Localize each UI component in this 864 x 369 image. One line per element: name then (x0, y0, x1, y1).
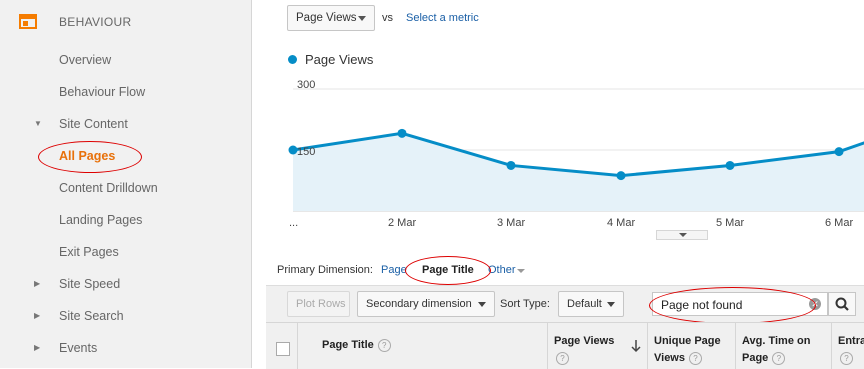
column-label: Page Views (554, 335, 615, 347)
sidebar-item-label: Content Drilldown (59, 181, 158, 195)
chevron-down-icon (517, 269, 525, 273)
data-point[interactable] (397, 128, 407, 138)
behaviour-icon (19, 14, 37, 29)
x-tick-label: 6 Mar (825, 217, 854, 229)
plot-rows-label: Plot Rows (296, 298, 346, 310)
dimension-page-link[interactable]: Page (381, 264, 407, 276)
y-tick-label: 300 (297, 79, 316, 91)
x-tick-label: 5 Mar (716, 217, 745, 229)
sidebar-item-content-drilldown[interactable]: Content Drilldown (0, 173, 251, 205)
help-icon[interactable]: ? (377, 338, 391, 352)
highlight-circle (38, 141, 142, 173)
metric-dropdown[interactable]: Page Views (287, 5, 375, 31)
metric-dropdown-label: Page Views (296, 12, 357, 24)
sort-descending-icon (631, 340, 641, 353)
column-label: Page (742, 352, 769, 364)
column-header-page-title[interactable]: Page Title? (297, 323, 547, 369)
vs-label: vs (382, 12, 393, 24)
sidebar-item-label: Events (59, 341, 98, 355)
sidebar-item-site-search[interactable]: ▶ Site Search (0, 301, 251, 333)
data-point[interactable] (616, 171, 626, 181)
column-label: Views (654, 352, 685, 364)
sidebar-item-label: Exit Pages (59, 245, 119, 259)
sidebar: BEHAVIOUR Overview Behaviour Flow ▼ Site… (0, 0, 252, 368)
column-header-entrances[interactable]: Entra? (831, 323, 864, 369)
select-all-cell (266, 323, 297, 369)
secondary-dimension-dropdown[interactable]: Secondary dimension (357, 291, 495, 317)
search-icon (835, 297, 849, 311)
data-point[interactable] (506, 160, 516, 170)
expand-arrow-icon: ▼ (34, 119, 42, 128)
chart-expand-handle[interactable] (656, 230, 708, 240)
chevron-down-icon (478, 302, 486, 307)
expand-arrow-icon: ▶ (34, 279, 41, 288)
secondary-dimension-label: Secondary dimension (366, 298, 472, 310)
sidebar-item-label: Site Search (59, 309, 124, 323)
data-point[interactable] (834, 147, 844, 157)
data-point[interactable] (725, 160, 735, 170)
select-metric-link[interactable]: Select a metric (406, 12, 479, 24)
chevron-down-icon (607, 302, 615, 307)
expand-arrow-icon: ▶ (34, 343, 41, 352)
column-label: Unique Page (654, 335, 721, 347)
section-title: BEHAVIOUR (59, 15, 132, 29)
sort-type-label: Sort Type: (500, 298, 550, 310)
column-header-page-views[interactable]: Page Views? (547, 323, 647, 369)
sidebar-item-landing-pages[interactable]: Landing Pages (0, 205, 251, 237)
chart-svg (288, 88, 864, 212)
sidebar-item-label: Site Content (59, 117, 128, 131)
sidebar-item-overview[interactable]: Overview (0, 45, 251, 77)
help-icon[interactable]: ? (772, 351, 786, 365)
dimension-other-link[interactable]: Other (488, 264, 516, 276)
x-tick-label: ... (289, 217, 299, 229)
column-header-avg-time-on-page[interactable]: Avg. Time on Page? (735, 323, 831, 369)
legend-dot-icon (288, 55, 297, 64)
help-icon[interactable]: ? (689, 351, 702, 365)
sidebar-item-exit-pages[interactable]: Exit Pages (0, 237, 251, 269)
sidebar-item-label: Landing Pages (59, 213, 143, 227)
search-button[interactable] (828, 292, 856, 316)
sidebar-item-behaviour-flow[interactable]: Behaviour Flow (0, 77, 251, 109)
column-label: Entra (838, 335, 864, 347)
sidebar-item-events[interactable]: ▶ Events (0, 333, 251, 365)
sort-type-value: Default (567, 298, 602, 310)
help-icon[interactable]: ? (840, 351, 853, 365)
chart-legend-label: Page Views (305, 52, 374, 67)
chevron-down-icon (358, 16, 366, 21)
expand-arrow-icon: ▶ (34, 311, 41, 320)
select-all-checkbox[interactable] (276, 342, 290, 356)
highlight-circle (649, 287, 816, 324)
sidebar-item-site-content[interactable]: ▼ Site Content (0, 109, 251, 141)
column-label: Avg. Time on (742, 335, 811, 347)
help-icon[interactable]: ? (556, 351, 569, 365)
page-views-chart: 300 150 ... 2 Mar 3 Mar 4 Mar 5 Mar 6 Ma… (287, 70, 864, 240)
x-tick-label: 3 Mar (497, 217, 526, 229)
behaviour-section-header[interactable]: BEHAVIOUR (0, 0, 251, 44)
sidebar-item-label: Behaviour Flow (59, 85, 146, 99)
table-header: Page Title? Page Views? Unique Page Views… (266, 322, 864, 369)
column-label: Page Title (322, 339, 374, 351)
sort-type-dropdown[interactable]: Default (558, 291, 624, 317)
column-header-unique-page-views[interactable]: Unique Page Views? (647, 323, 735, 369)
highlight-circle (405, 256, 491, 285)
sidebar-item-label: Site Speed (59, 277, 121, 291)
x-tick-label: 4 Mar (607, 217, 636, 229)
sidebar-item-site-speed[interactable]: ▶ Site Speed (0, 269, 251, 301)
plot-rows-button[interactable]: Plot Rows (287, 291, 350, 317)
x-tick-label: 2 Mar (388, 217, 417, 229)
primary-dimension-label: Primary Dimension: (277, 264, 373, 276)
y-tick-label: 150 (297, 146, 316, 158)
chevron-down-icon (679, 233, 687, 237)
sidebar-item-label: Overview (59, 53, 112, 67)
